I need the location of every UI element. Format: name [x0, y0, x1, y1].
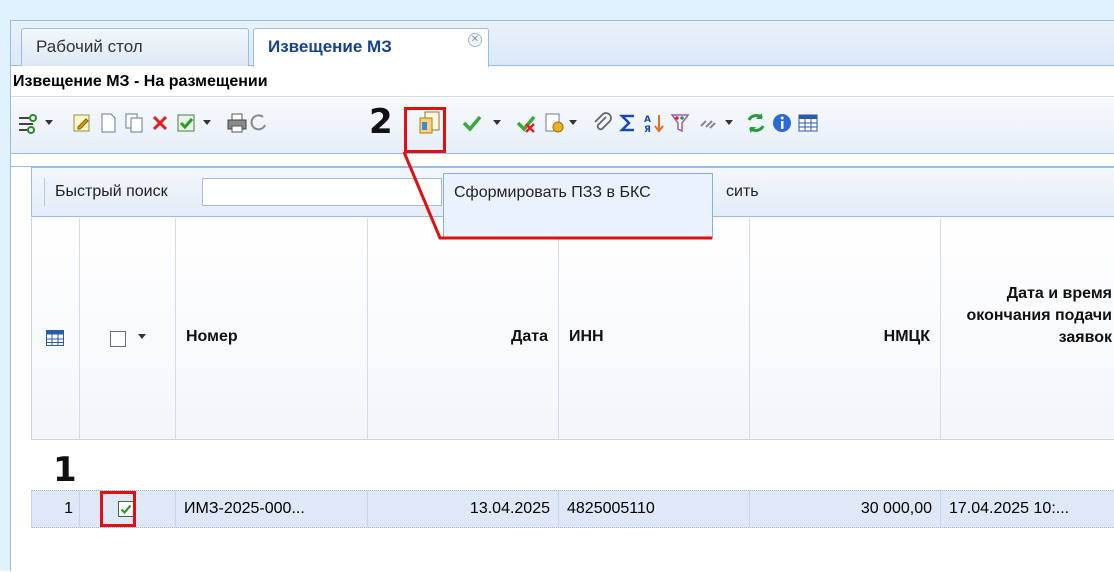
chevron-down-icon[interactable]: [569, 120, 577, 125]
tooltip-text: Сформировать ПЗЗ в БКС: [454, 184, 651, 201]
clear-search-button[interactable]: сить: [726, 178, 759, 206]
cell-inn: 4825005110: [559, 491, 750, 527]
select-all-header[interactable]: [80, 218, 176, 440]
grid-header: Номер Дата ИНН НМЦК Дата и время окончан…: [31, 218, 1114, 440]
step-marker-2: 2: [369, 102, 393, 142]
quick-search-label: Быстрый поиск: [44, 178, 168, 206]
select-icon[interactable]: [17, 112, 39, 134]
table-icon[interactable]: [46, 330, 64, 346]
sum-icon[interactable]: [617, 112, 639, 134]
tab-notice-mz[interactable]: Извещение МЗ ✕: [253, 28, 489, 67]
new-document-icon[interactable]: [97, 112, 119, 134]
close-icon[interactable]: ✕: [468, 33, 482, 47]
svg-text:A: A: [644, 115, 651, 125]
tab-desktop[interactable]: Рабочий стол: [21, 28, 249, 66]
column-header-deadline[interactable]: Дата и время окончания подачи заявок: [941, 218, 1114, 440]
cell-number: ИМЗ-2025-000...: [176, 491, 368, 527]
chevron-down-icon[interactable]: [138, 334, 146, 339]
column-header-number[interactable]: Номер: [176, 218, 368, 440]
approve-icon[interactable]: [175, 112, 197, 134]
reject-icon[interactable]: [515, 112, 537, 134]
chevron-down-icon[interactable]: [203, 120, 211, 125]
delete-icon[interactable]: [149, 112, 171, 134]
edit-icon[interactable]: [71, 112, 93, 134]
highlight-form-pzz: [404, 107, 446, 153]
column-header-nmck[interactable]: НМЦК: [750, 218, 941, 440]
chevron-down-icon[interactable]: [493, 120, 501, 125]
toolbar: 2 A Я: [11, 98, 1114, 154]
chevron-down-icon[interactable]: [45, 120, 53, 125]
attach-icon[interactable]: [591, 112, 613, 134]
tab-notice-mz-label: Извещение МЗ: [268, 37, 392, 56]
check-icon[interactable]: [461, 112, 483, 134]
refresh-icon[interactable]: [745, 112, 767, 134]
quick-search-input[interactable]: [202, 178, 442, 206]
filter-icon[interactable]: [669, 112, 691, 134]
column-header-inn[interactable]: ИНН: [559, 218, 750, 440]
document-action-icon[interactable]: [543, 112, 565, 134]
table-row[interactable]: 1 ИМЗ-2025-000... 13.04.2025 4825005110 …: [31, 490, 1114, 528]
print-icon[interactable]: [226, 112, 248, 134]
step-marker-1: 1: [53, 450, 77, 490]
copy-icon[interactable]: [123, 112, 145, 134]
column-settings-header[interactable]: [32, 218, 80, 440]
tab-desktop-label: Рабочий стол: [36, 37, 143, 56]
table-settings-icon[interactable]: [797, 112, 819, 134]
panel-title: Извещение МЗ - На размещении: [11, 67, 1114, 97]
cell-nmck: 30 000,00: [750, 491, 941, 527]
links-icon[interactable]: [697, 112, 719, 134]
column-header-date[interactable]: Дата: [368, 218, 559, 440]
highlight-row-checkbox: [100, 491, 136, 527]
chevron-down-icon[interactable]: [725, 120, 733, 125]
refresh-small-icon[interactable]: [248, 112, 270, 134]
sort-icon[interactable]: A Я: [643, 112, 665, 134]
tooltip: Сформировать ПЗЗ в БКС: [443, 173, 713, 239]
cell-deadline: 17.04.2025 10:...: [949, 500, 1070, 517]
info-icon[interactable]: [771, 112, 793, 134]
row-index: 1: [32, 491, 80, 527]
cell-date: 13.04.2025: [368, 491, 559, 527]
tab-strip: Рабочий стол Извещение МЗ ✕: [11, 21, 1114, 67]
select-all-checkbox[interactable]: [110, 331, 126, 347]
svg-text:Я: Я: [644, 125, 651, 134]
main-window: Рабочий стол Извещение МЗ ✕ Извещение МЗ…: [10, 20, 1114, 571]
